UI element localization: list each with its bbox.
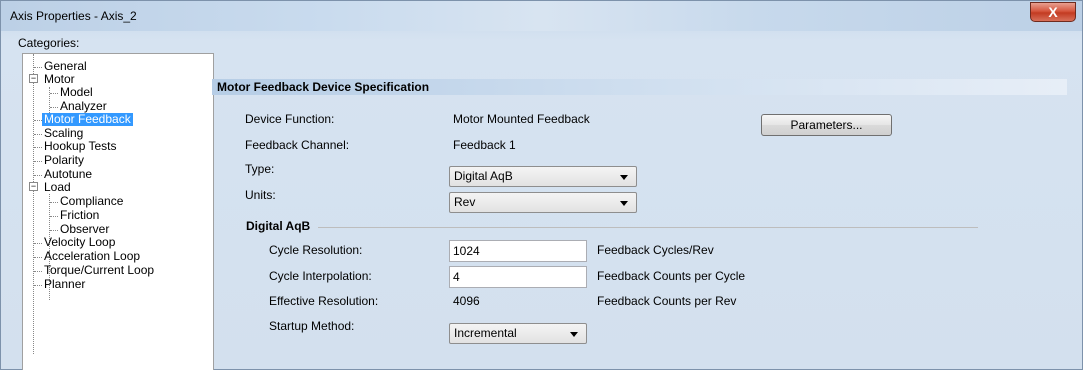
chevron-down-icon [570,332,578,337]
units-select[interactable]: Rev [449,192,637,213]
tree-item-motor-feedback[interactable]: Motor Feedback [42,113,133,126]
effective-resolution-value: 4096 [453,294,480,308]
tree-connector [50,230,58,231]
categories-label: Categories: [18,36,80,50]
tree-item-polarity[interactable]: Polarity [44,154,84,167]
tree-item-planner[interactable]: Planner [44,278,85,291]
effective-resolution-unit: Feedback Counts per Rev [597,294,737,308]
close-button[interactable]: X [1030,2,1076,22]
startup-method-label: Startup Method: [269,319,355,333]
tree-connector [50,107,58,108]
cycle-interpolation-input[interactable]: 4 [449,266,587,288]
type-select-value: Digital AqB [454,169,513,183]
tree-connector [34,271,42,272]
device-function-value: Motor Mounted Feedback [453,112,590,126]
device-function-label: Device Function: [245,112,335,126]
tree-item-velocity-loop[interactable]: Velocity Loop [44,236,115,249]
tree-connector [34,147,42,148]
tree-item-torque-current-loop[interactable]: Torque/Current Loop [44,264,154,277]
tree-trunk-line [33,54,34,354]
startup-method-select[interactable]: Incremental [449,323,587,344]
tree-connector [34,243,42,244]
tree-connector [34,175,42,176]
tree-connector [34,161,42,162]
units-label: Units: [245,188,276,202]
tree-item-model[interactable]: Model [60,86,93,99]
categories-tree[interactable]: General − Motor Model Analyzer Motor Fee… [22,53,214,370]
feedback-channel-value: Feedback 1 [453,138,516,152]
tree-item-acceleration-loop[interactable]: Acceleration Loop [44,250,140,263]
cycle-interpolation-label: Cycle Interpolation: [269,269,372,283]
title-bar[interactable]: Axis Properties - Axis_2 X [1,1,1082,31]
effective-resolution-label: Effective Resolution: [269,294,379,308]
motor-collapse-icon[interactable]: − [29,74,38,83]
tree-item-hookup-tests[interactable]: Hookup Tests [44,140,117,153]
chevron-down-icon [620,175,628,180]
cycle-resolution-unit: Feedback Cycles/Rev [597,243,714,257]
group-divider [318,227,978,228]
parameters-button[interactable]: Parameters... [761,114,892,136]
cycle-resolution-label: Cycle Resolution: [269,243,363,257]
tree-connector [34,134,42,135]
cycle-resolution-input[interactable]: 1024 [449,240,587,262]
type-select[interactable]: Digital AqB [449,166,637,187]
tree-connector [50,202,58,203]
startup-method-select-value: Incremental [454,326,517,340]
window-title: Axis Properties - Axis_2 [10,9,137,23]
tree-connector [34,257,42,258]
tree-item-compliance[interactable]: Compliance [60,195,123,208]
tree-connector [50,216,58,217]
tree-item-load[interactable]: Load [44,181,71,194]
chevron-down-icon [620,201,628,206]
tree-connector [34,120,42,121]
section-header: Motor Feedback Device Specification [212,79,1067,95]
tree-item-friction[interactable]: Friction [60,209,99,222]
feedback-channel-label: Feedback Channel: [245,138,350,152]
tree-connector [34,67,42,68]
digital-aqb-group-title: Digital AqB [246,219,311,233]
type-label: Type: [245,162,275,176]
tree-connector [34,285,42,286]
tree-connector [50,93,58,94]
load-collapse-icon[interactable]: − [29,182,38,191]
cycle-interpolation-unit: Feedback Counts per Cycle [597,269,746,283]
units-select-value: Rev [454,195,476,209]
